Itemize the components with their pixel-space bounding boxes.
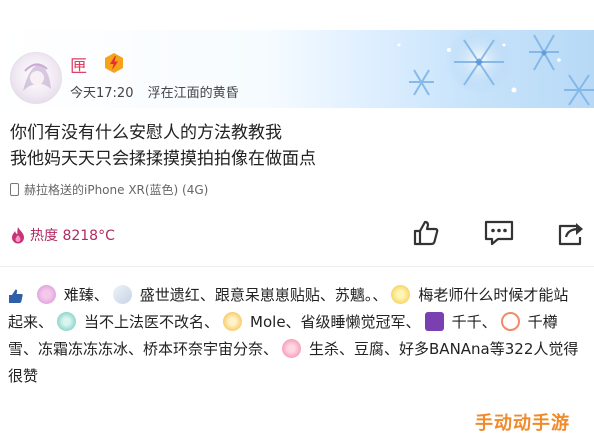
like-button[interactable] [409,216,443,250]
post-line-2: 我他妈天天只会揉揉摸摸拍拍像在做面点 [10,149,316,169]
liker-name[interactable]: 、跟意呆崽崽贴贴、苏魑。、 [200,286,388,304]
heat-label: 热度 8218°C [30,228,115,244]
liker-name[interactable]: 当不上法医不改名、 [84,313,219,331]
post-time: 今天17:20 [70,86,134,101]
device-source: 赫拉格送的iPhone XR(蓝色) (4G) [10,181,208,198]
comment-icon [484,220,514,246]
liker-avatar[interactable] [112,285,132,304]
liker-name[interactable]: 千千、 [452,313,497,331]
vip-badge-icon[interactable] [103,52,125,74]
divider [0,266,594,267]
comment-button[interactable] [482,216,516,250]
post-card: 匣 今天17:20 浮在江面的黄昏 你们有没有什么安慰人的方法教教我 我他妈天天… [0,0,594,440]
liker-avatar[interactable] [424,312,444,331]
post-location[interactable]: 浮在江面的黄昏 [148,86,239,101]
snowflake-decoration [354,30,594,108]
phone-icon [10,183,19,196]
liker-avatar[interactable] [57,312,77,331]
liker-name[interactable]: 难臻、 [64,286,109,304]
flame-icon [12,227,24,244]
liker-avatar[interactable] [282,339,302,358]
thumbs-up-icon [9,289,23,303]
post-meta: 今天17:20 浮在江面的黄昏 [70,82,249,101]
thumbs-up-icon [413,220,439,246]
liker-avatar[interactable] [391,285,411,304]
liker-avatar[interactable] [223,312,243,331]
share-button[interactable] [554,216,588,250]
watermark: 手动动手游 [475,413,570,434]
post-body: 你们有没有什么安慰人的方法教教我 我他妈天天只会揉揉摸摸拍拍像在做面点 [10,120,316,172]
heat-indicator: 热度 8218°C [10,225,115,245]
username[interactable]: 匣 [70,52,87,77]
share-icon [558,223,583,246]
device-label: 赫拉格送的iPhone XR(蓝色) (4G) [24,183,209,197]
post-line-1: 你们有没有什么安慰人的方法教教我 [10,123,282,143]
liker-avatar[interactable] [36,285,56,304]
likes-list: 难臻、 盛世遗红、跟意呆崽崽贴贴、苏魑。、 梅老师什么时候才能站起来、 当不上法医不改… [8,282,583,390]
avatar[interactable] [10,52,62,104]
liker-name[interactable]: Mole、省级睡懒觉冠军、 [250,313,421,331]
liker-name[interactable]: 盛世遗红 [140,286,200,304]
liker-avatar[interactable] [500,312,520,331]
